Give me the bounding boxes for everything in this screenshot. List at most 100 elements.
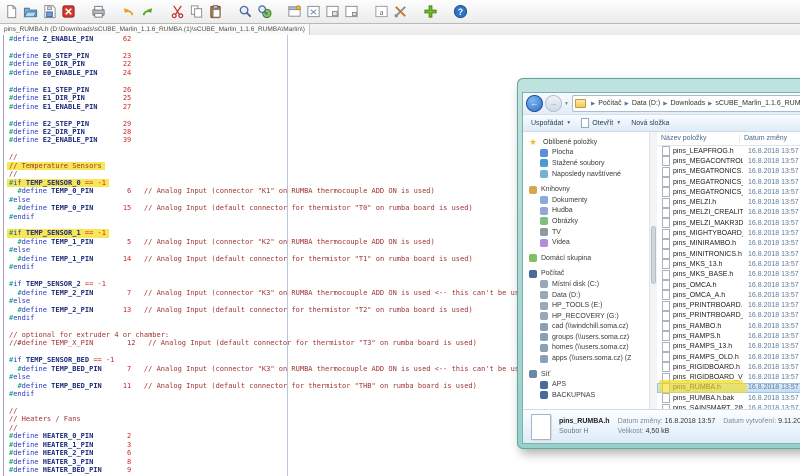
open-button[interactable]: Otevřít ▼ — [581, 118, 621, 128]
file-row[interactable]: pins_RAMPS_OLD.h16.8.2018 13:57 — [657, 352, 800, 362]
file-row[interactable]: pins_MKS_BASE.h16.8.2018 13:57 — [657, 270, 800, 280]
file-modified-date: 16.8.2018 13:57 — [743, 220, 800, 227]
sidebar-item-plocha[interactable]: Plocha — [529, 148, 649, 159]
file-row[interactable]: pins_MEGATRONICS_2.h16.8.2018 13:57 — [657, 177, 800, 187]
file-icon — [662, 404, 670, 409]
file-row[interactable]: pins_RUMBA.h16.8.2018 13:57 — [657, 383, 800, 393]
font-icon[interactable]: a — [373, 3, 390, 20]
breadcrumb-item[interactable]: Downloads — [669, 100, 706, 107]
organize-button[interactable]: Uspořádat ▼ — [531, 120, 571, 127]
sidebar-item-cad-windchill-soma-cz[interactable]: cad (\\windchill.soma.cz) — [529, 322, 649, 333]
sidebar-item-backupnas[interactable]: BACKUPNAS — [529, 390, 649, 401]
file-row[interactable]: pins_MELZI_CREALITY.h16.8.2018 13:57 — [657, 208, 800, 218]
scrollbar-thumb[interactable] — [651, 226, 656, 284]
file-row[interactable]: pins_RIGIDBOARD.h16.8.2018 13:57 — [657, 362, 800, 372]
sidebar-item-aps[interactable]: APS — [529, 379, 649, 390]
copy-icon[interactable] — [188, 3, 205, 20]
file-row[interactable]: pins_MELZI_MAKR3D.h16.8.2018 13:57 — [657, 218, 800, 228]
sidebar-item-naposledy-nav-t-ven[interactable]: Naposledy navštívené — [529, 169, 649, 180]
print-icon[interactable] — [90, 3, 107, 20]
new-folder-button[interactable]: Nová složka — [631, 120, 669, 127]
network-drive-icon — [540, 355, 548, 363]
file-row[interactable]: pins_RAMBO.h16.8.2018 13:57 — [657, 321, 800, 331]
sidebar-item-hp-tools-e[interactable]: HP_TOOLS (E:) — [529, 300, 649, 311]
sidebar-item-po-ta[interactable]: Počítač — [529, 269, 649, 280]
file-row[interactable]: pins_MEGATRONICS.h16.8.2018 13:57 — [657, 167, 800, 177]
file-row[interactable]: pins_MINITRONICS.h16.8.2018 13:57 — [657, 249, 800, 259]
tile-windows-icon[interactable] — [324, 3, 341, 20]
back-button[interactable]: ← — [526, 95, 543, 112]
favorites-star-icon: ★ — [529, 137, 539, 147]
sidebar-item-data-d[interactable]: Data (D:) — [529, 290, 649, 301]
file-row[interactable]: pins_RUMBA.h.bak16.8.2018 13:57 — [657, 393, 800, 403]
paste-icon[interactable] — [207, 3, 224, 20]
close-file-icon[interactable] — [60, 3, 77, 20]
computer-icon — [540, 381, 548, 389]
file-row[interactable]: pins_MIGHTYBOARD_REVE.h16.8.2018 13:57 — [657, 228, 800, 238]
sidebar-item-dom-c-skupina[interactable]: Domácí skupina — [529, 253, 649, 264]
add-icon[interactable] — [422, 3, 439, 20]
sidebar-item-knihovny[interactable]: Knihovny — [529, 184, 649, 195]
sidebar-item-obr-zky[interactable]: Obrázky — [529, 216, 649, 227]
find-in-files-icon[interactable] — [256, 3, 273, 20]
sidebar-item-dokumenty[interactable]: Dokumenty — [529, 195, 649, 206]
file-row[interactable]: pins_RIGIDBOARD_V2.h16.8.2018 13:57 — [657, 373, 800, 383]
sidebar-item-hp-recovery-g[interactable]: HP_RECOVERY (G:) — [529, 311, 649, 322]
save-file-icon[interactable] — [41, 3, 58, 20]
file-row[interactable]: pins_SAINSMART_2IN1.h16.8.2018 13:57 — [657, 403, 800, 409]
sidebar-item-obl-ben-polo-ky[interactable]: ★Oblíbené položky — [529, 137, 649, 148]
sidebar-item-sta-en-soubory[interactable]: Stažené soubory — [529, 158, 649, 169]
settings-icon[interactable] — [392, 3, 409, 20]
breadcrumb[interactable]: ▶Počítač▶Data (D:)▶Downloads▶sCUBE_Marli… — [572, 95, 800, 112]
file-row[interactable]: pins_MEGATRONICS_3.h16.8.2018 13:57 — [657, 187, 800, 197]
file-modified-date: 16.8.2018 13:57 — [743, 179, 800, 186]
help-icon[interactable]: ? — [452, 3, 469, 20]
sidebar-item-apps-users-soma-cz-z[interactable]: apps (\\users.soma.cz) (Z — [529, 353, 649, 364]
sidebar-item-homes-users-soma-cz[interactable]: homes (\\users.soma.cz) — [529, 343, 649, 354]
sidebar-item-label: Videa — [552, 239, 570, 246]
cascade-windows-icon[interactable] — [343, 3, 360, 20]
toolbar-group: a — [373, 3, 411, 20]
file-row[interactable]: pins_MKS_13.h16.8.2018 13:57 — [657, 259, 800, 269]
sidebar-item-label: Naposledy navštívené — [552, 171, 621, 178]
cut-icon[interactable] — [169, 3, 186, 20]
file-row[interactable]: pins_LEAPFROG.h16.8.2018 13:57 — [657, 146, 800, 156]
sort-ascending-icon: ▲ — [695, 133, 700, 139]
editor-tab[interactable]: pins_RUMBA.h (D:\Downloads\sCUBE_Marlin_… — [0, 24, 310, 35]
file-row[interactable]: pins_RAMPS_13.h16.8.2018 13:57 — [657, 342, 800, 352]
code-line: #define E0_ENABLE_PIN 24 — [9, 69, 800, 77]
sidebar-item-label: Počítač — [541, 270, 564, 277]
sidebar-item-groups-users-soma-cz[interactable]: groups (\\users.soma.cz) — [529, 332, 649, 343]
new-window-icon[interactable] — [286, 3, 303, 20]
find-icon[interactable] — [237, 3, 254, 20]
breadcrumb-item[interactable]: Počítač — [597, 100, 622, 107]
sidebar-item-m-stn-disk-c[interactable]: Místní disk (C:) — [529, 279, 649, 290]
sidebar-item-videa[interactable]: Videa — [529, 237, 649, 248]
file-row[interactable]: pins_MEGACONTROLLER.h16.8.2018 13:57 — [657, 156, 800, 166]
file-row[interactable]: pins_MELZI.h16.8.2018 13:57 — [657, 197, 800, 207]
file-row[interactable]: pins_MINIRAMBO.h16.8.2018 13:57 — [657, 239, 800, 249]
new-file-icon[interactable] — [3, 3, 20, 20]
file-row[interactable]: pins_PRINTRBOARD_REVF.h16.8.2018 13:57 — [657, 311, 800, 321]
file-row[interactable]: pins_PRINTRBOARD.h16.8.2018 13:57 — [657, 300, 800, 310]
breadcrumb-item[interactable]: sCUBE_Marlin_1.1.6_RUMBA (1) — [714, 100, 800, 107]
column-header-name[interactable]: ▲ Název položky — [657, 135, 740, 142]
open-file-icon[interactable] — [22, 3, 39, 20]
breadcrumb-item[interactable]: Data (D:) — [631, 100, 661, 107]
column-header-modified[interactable]: Datum změny — [740, 135, 800, 142]
forward-button[interactable]: → — [545, 95, 562, 112]
file-row[interactable]: pins_OMCA.h16.8.2018 13:57 — [657, 280, 800, 290]
history-dropdown-icon[interactable]: ▼ — [564, 101, 570, 107]
sidebar-item-hudba[interactable]: Hudba — [529, 206, 649, 217]
file-row[interactable]: pins_RAMPS.h16.8.2018 13:57 — [657, 331, 800, 341]
sidebar-item-tv[interactable]: TV — [529, 227, 649, 238]
file-name: pins_RUMBA.h — [673, 384, 743, 391]
file-name: pins_MELZI_MAKR3D.h — [673, 220, 743, 227]
breadcrumb-separator-icon: ▶ — [706, 101, 714, 107]
file-row[interactable]: pins_OMCA_A.h16.8.2018 13:57 — [657, 290, 800, 300]
navigation-scrollbar[interactable] — [649, 132, 657, 409]
sidebar-item-s[interactable]: Síť — [529, 369, 649, 380]
undo-icon[interactable] — [120, 3, 137, 20]
maximize-window-icon[interactable] — [305, 3, 322, 20]
redo-icon[interactable] — [139, 3, 156, 20]
